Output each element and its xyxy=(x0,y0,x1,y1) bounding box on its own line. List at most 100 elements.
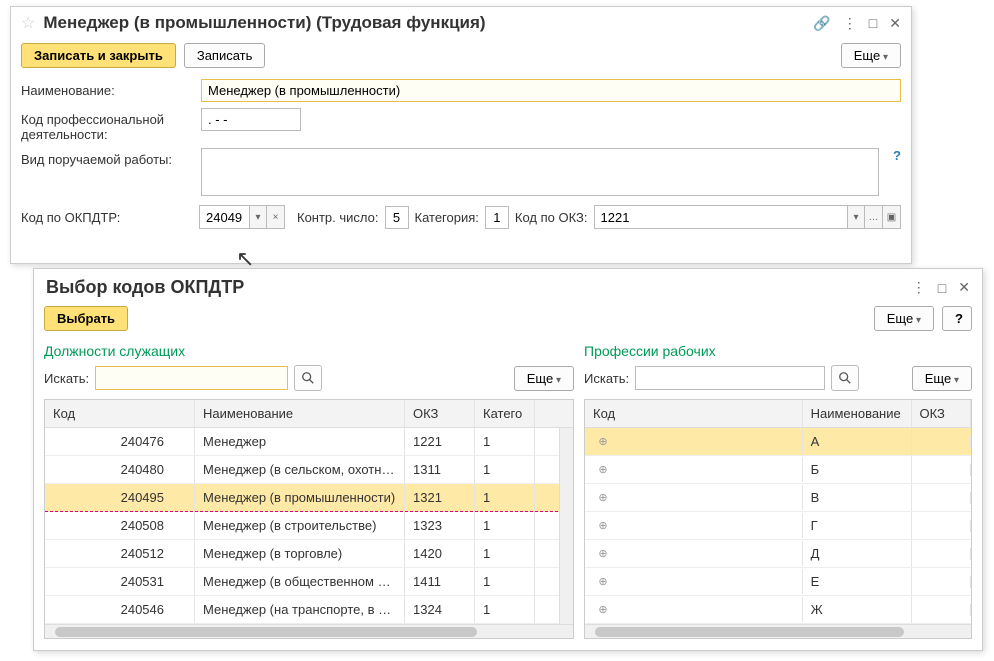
expand-icon[interactable]: ⊕ xyxy=(593,547,613,560)
table-row[interactable]: ⊕В xyxy=(585,484,971,512)
cell-name: Менеджер (на транспорте, в свя... xyxy=(195,596,405,623)
favorite-star-icon[interactable]: ☆ xyxy=(21,13,35,33)
horizontal-scrollbar[interactable] xyxy=(585,624,971,638)
cell-name: Д xyxy=(803,540,912,567)
okpdtr-picker-window: Выбор кодов ОКПДТР ⋮ □ ✕ Выбрать Еще ? Д… xyxy=(33,268,983,651)
col-code[interactable]: Код xyxy=(585,400,803,427)
expand-icon[interactable]: ⊕ xyxy=(593,603,613,616)
maximize-icon[interactable]: □ xyxy=(869,15,877,31)
label-name: Наименование: xyxy=(21,79,193,98)
cell-okz xyxy=(912,464,971,476)
search-button[interactable] xyxy=(294,365,322,391)
search-icon xyxy=(838,371,852,385)
expand-icon[interactable]: ⊕ xyxy=(593,575,613,588)
cell-name: Менеджер (в общественном пит... xyxy=(195,568,405,595)
close-icon[interactable]: ✕ xyxy=(958,279,970,296)
close-icon[interactable]: ✕ xyxy=(889,15,901,32)
kebab-menu-icon[interactable]: ⋮ xyxy=(912,279,926,296)
cell-okz xyxy=(912,520,971,532)
okpdtr-input[interactable] xyxy=(199,205,249,229)
cell-okz: 1324 xyxy=(405,596,475,623)
cell-cat: 1 xyxy=(475,568,535,595)
more-button[interactable]: Еще xyxy=(514,366,574,391)
grid-body[interactable]: ⊕А⊕Б⊕В⊕Г⊕Д⊕Е⊕Ж xyxy=(585,428,971,624)
dropdown-icon[interactable]: ▾ xyxy=(249,205,267,229)
cell-cat: 1 xyxy=(475,484,535,511)
save-close-button[interactable]: Записать и закрыть xyxy=(21,43,176,68)
category-input[interactable] xyxy=(485,206,509,229)
more-button[interactable]: Еще xyxy=(874,306,934,331)
cell-name: Е xyxy=(803,568,912,595)
cell-code: ⊕ xyxy=(585,457,803,482)
cell-code: ⊕ xyxy=(585,513,803,538)
cell-name: Г xyxy=(803,512,912,539)
table-row[interactable]: 240480Менеджер (в сельском, охотнич...13… xyxy=(45,456,573,484)
col-code[interactable]: Код xyxy=(45,400,195,427)
grid-header: Код Наименование ОКЗ Катего xyxy=(45,400,573,428)
col-name[interactable]: Наименование xyxy=(195,400,405,427)
table-row[interactable]: 240546Менеджер (на транспорте, в свя...1… xyxy=(45,596,573,624)
help-icon[interactable]: ? xyxy=(893,148,901,163)
cell-cat: 1 xyxy=(475,456,535,483)
table-row[interactable]: 240512Менеджер (в торговле)14201 xyxy=(45,540,573,568)
expand-icon[interactable]: ⊕ xyxy=(593,519,613,532)
label-work-type: Вид поручаемой работы: xyxy=(21,148,193,167)
positions-panel: Должности служащих Искать: Еще Код Наиме… xyxy=(44,339,574,639)
expand-icon[interactable]: ⊕ xyxy=(593,435,613,448)
cell-okz: 1420 xyxy=(405,540,475,567)
expand-icon[interactable]: ⊕ xyxy=(593,463,613,476)
table-row[interactable]: ⊕Д xyxy=(585,540,971,568)
help-button[interactable]: ? xyxy=(942,306,972,331)
cell-name: Менеджер (в промышленности) xyxy=(195,484,405,511)
table-row[interactable]: ⊕Г xyxy=(585,512,971,540)
cell-code: 240512 xyxy=(45,540,195,567)
vertical-scrollbar[interactable] xyxy=(559,428,573,624)
cell-code: ⊕ xyxy=(585,569,803,594)
label-category: Категория: xyxy=(415,210,479,225)
table-row[interactable]: ⊕Е xyxy=(585,568,971,596)
table-row[interactable]: ⊕Б xyxy=(585,456,971,484)
check-num-input[interactable] xyxy=(385,206,409,229)
dropdown-icon[interactable]: ▾ xyxy=(847,205,865,229)
table-row[interactable]: 240531Менеджер (в общественном пит...141… xyxy=(45,568,573,596)
search-input[interactable] xyxy=(635,366,825,390)
maximize-icon[interactable]: □ xyxy=(938,280,946,296)
col-name[interactable]: Наименование xyxy=(803,400,912,427)
cell-code: 240546 xyxy=(45,596,195,623)
clear-icon[interactable]: × xyxy=(267,205,285,229)
col-okz[interactable]: ОКЗ xyxy=(912,400,972,427)
toolbar: Выбрать Еще ? xyxy=(34,302,982,339)
ellipsis-icon[interactable]: … xyxy=(865,205,883,229)
table-row[interactable]: 240476Менеджер12211 xyxy=(45,428,573,456)
toolbar: Записать и закрыть Записать Еще xyxy=(11,39,911,76)
save-button[interactable]: Записать xyxy=(184,43,266,68)
col-cat[interactable]: Катего xyxy=(475,400,535,427)
kebab-menu-icon[interactable]: ⋮ xyxy=(843,15,857,32)
table-row[interactable]: ⊕Ж xyxy=(585,596,971,624)
expand-icon[interactable]: ⊕ xyxy=(593,491,613,504)
table-row[interactable]: 240495Менеджер (в промышленности)13211 xyxy=(45,484,573,512)
titlebar: Выбор кодов ОКПДТР ⋮ □ ✕ xyxy=(34,269,982,302)
cell-okz xyxy=(912,576,971,588)
horizontal-scrollbar[interactable] xyxy=(45,624,573,638)
label-okz: Код по ОКЗ: xyxy=(515,210,588,225)
name-input[interactable] xyxy=(201,79,901,102)
search-input[interactable] xyxy=(95,366,288,390)
table-row[interactable]: ⊕А xyxy=(585,428,971,456)
open-icon[interactable]: ▣ xyxy=(883,205,901,229)
cell-cat: 1 xyxy=(475,540,535,567)
more-button[interactable]: Еще xyxy=(841,43,901,68)
search-label: Искать: xyxy=(44,371,89,386)
col-okz[interactable]: ОКЗ xyxy=(405,400,475,427)
cell-name: Б xyxy=(803,456,912,483)
code-prof-input[interactable] xyxy=(201,108,301,131)
table-row[interactable]: 240508Менеджер (в строительстве)13231 xyxy=(45,512,573,540)
grid-body[interactable]: 240476Менеджер12211240480Менеджер (в сел… xyxy=(45,428,573,624)
work-type-textarea[interactable] xyxy=(201,148,879,196)
select-button[interactable]: Выбрать xyxy=(44,306,128,331)
okz-input[interactable] xyxy=(594,205,848,229)
link-icon[interactable]: 🔗 xyxy=(813,15,830,32)
window-title: Менеджер (в промышленности) (Трудовая фу… xyxy=(43,13,813,33)
search-button[interactable] xyxy=(831,365,859,391)
more-button[interactable]: Еще xyxy=(912,366,972,391)
